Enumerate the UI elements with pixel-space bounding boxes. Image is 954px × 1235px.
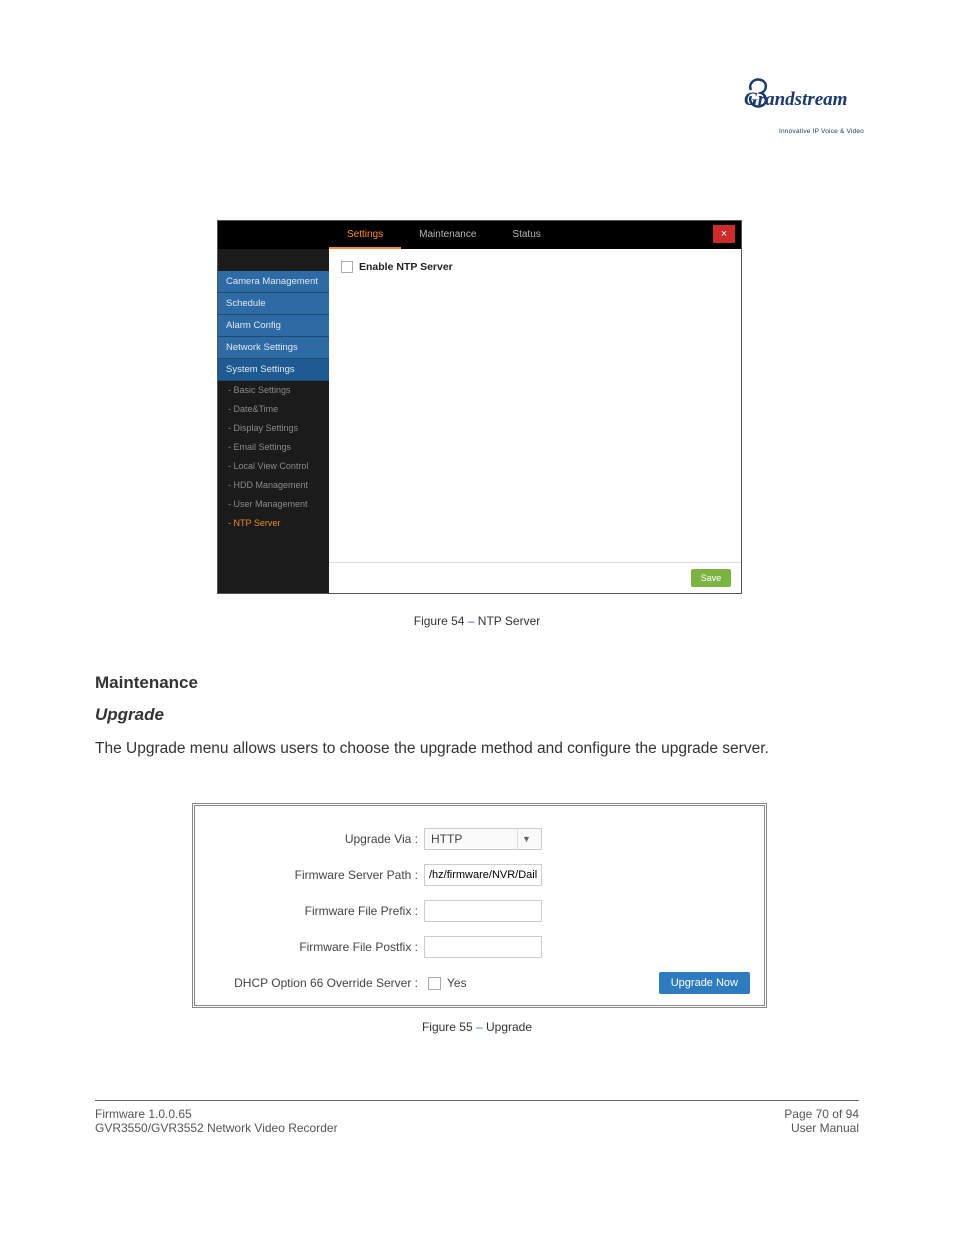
server-path-input[interactable] <box>424 864 542 886</box>
upgrade-subheading: Upgrade <box>95 702 855 728</box>
close-button[interactable]: × <box>713 225 735 243</box>
sidebar-sub-display[interactable]: Display Settings <box>218 419 329 438</box>
dhcp66-checkbox[interactable] <box>428 977 441 990</box>
upgrade-via-select[interactable]: HTTP ▼ <box>424 828 542 850</box>
caption-text: NTP Server <box>478 614 540 628</box>
sidebar-sub-basic[interactable]: Basic Settings <box>218 381 329 400</box>
upgrade-via-value: HTTP <box>431 832 462 846</box>
dhcp66-label: DHCP Option 66 Override Server : <box>209 976 424 990</box>
upgrade-body-text: The Upgrade menu allows users to choose … <box>95 737 855 760</box>
tab-maintenance[interactable]: Maintenance <box>401 221 494 249</box>
sidebar-item-schedule[interactable]: Schedule <box>218 293 329 315</box>
sidebar-sub-hdd[interactable]: HDD Management <box>218 476 329 495</box>
footer-doc-type: User Manual <box>784 1121 859 1135</box>
maintenance-section: Maintenance Upgrade The Upgrade menu all… <box>95 670 855 760</box>
dhcp66-yes-text: Yes <box>447 976 467 990</box>
save-button[interactable]: Save <box>691 569 731 587</box>
caption-figure-number: Figure 55 <box>422 1020 476 1034</box>
ntp-settings-screenshot: Settings Maintenance Status × Camera Man… <box>217 220 742 594</box>
upgrade-via-label: Upgrade Via : <box>209 832 424 846</box>
enable-ntp-checkbox[interactable] <box>341 261 353 273</box>
tab-settings[interactable]: Settings <box>329 221 401 249</box>
footer-left: Firmware 1.0.0.65 GVR3550/GVR3552 Networ… <box>95 1107 338 1135</box>
caption-separator: – <box>476 1020 486 1034</box>
sidebar-item-network[interactable]: Network Settings <box>218 337 329 359</box>
sidebar-sub-ntp[interactable]: NTP Server <box>218 514 329 533</box>
upgrade-form-screenshot: Upgrade Via : HTTP ▼ Firmware Server Pat… <box>192 803 767 1008</box>
file-prefix-label: Firmware File Prefix : <box>209 904 424 918</box>
sidebar-sub-user[interactable]: User Management <box>218 495 329 514</box>
page-footer: Firmware 1.0.0.65 GVR3550/GVR3552 Networ… <box>95 1100 859 1135</box>
footer-right: Page 70 of 94 User Manual <box>784 1107 859 1135</box>
sidebar-item-alarm[interactable]: Alarm Config <box>218 315 329 337</box>
settings-main-panel: Enable NTP Server Save <box>329 249 741 593</box>
server-path-label: Firmware Server Path : <box>209 868 424 882</box>
settings-sidebar: Camera Management Schedule Alarm Config … <box>218 249 329 593</box>
footer-product: GVR3550/GVR3552 Network Video Recorder <box>95 1121 338 1135</box>
caption-text: Upgrade <box>486 1020 532 1034</box>
chevron-down-icon: ▼ <box>517 829 535 849</box>
sidebar-sub-datetime[interactable]: Date&Time <box>218 400 329 419</box>
caption-separator: – <box>468 614 478 628</box>
figure-54-caption: Figure 54 – NTP Server <box>0 614 954 628</box>
sidebar-item-camera[interactable]: Camera Management <box>218 271 329 293</box>
brand-logo: Grandstream <box>744 70 864 125</box>
sidebar-sub-email[interactable]: Email Settings <box>218 438 329 457</box>
top-tabs: Settings Maintenance Status × <box>218 221 741 249</box>
figure-55-caption: Figure 55 – Upgrade <box>0 1020 954 1034</box>
file-postfix-input[interactable] <box>424 936 542 958</box>
sidebar-item-system[interactable]: System Settings <box>218 359 329 381</box>
upgrade-now-button[interactable]: Upgrade Now <box>659 972 750 994</box>
file-postfix-label: Firmware File Postfix : <box>209 940 424 954</box>
file-prefix-input[interactable] <box>424 900 542 922</box>
sidebar-sub-localview[interactable]: Local View Control <box>218 457 329 476</box>
footer-firmware: Firmware 1.0.0.65 <box>95 1107 338 1121</box>
footer-page: Page 70 of 94 <box>784 1107 859 1121</box>
maintenance-heading: Maintenance <box>95 670 855 696</box>
enable-ntp-label: Enable NTP Server <box>359 261 453 273</box>
brand-tagline: Innovative IP Voice & Video <box>779 128 864 135</box>
caption-figure-number: Figure 54 <box>414 614 468 628</box>
tab-status[interactable]: Status <box>494 221 558 249</box>
